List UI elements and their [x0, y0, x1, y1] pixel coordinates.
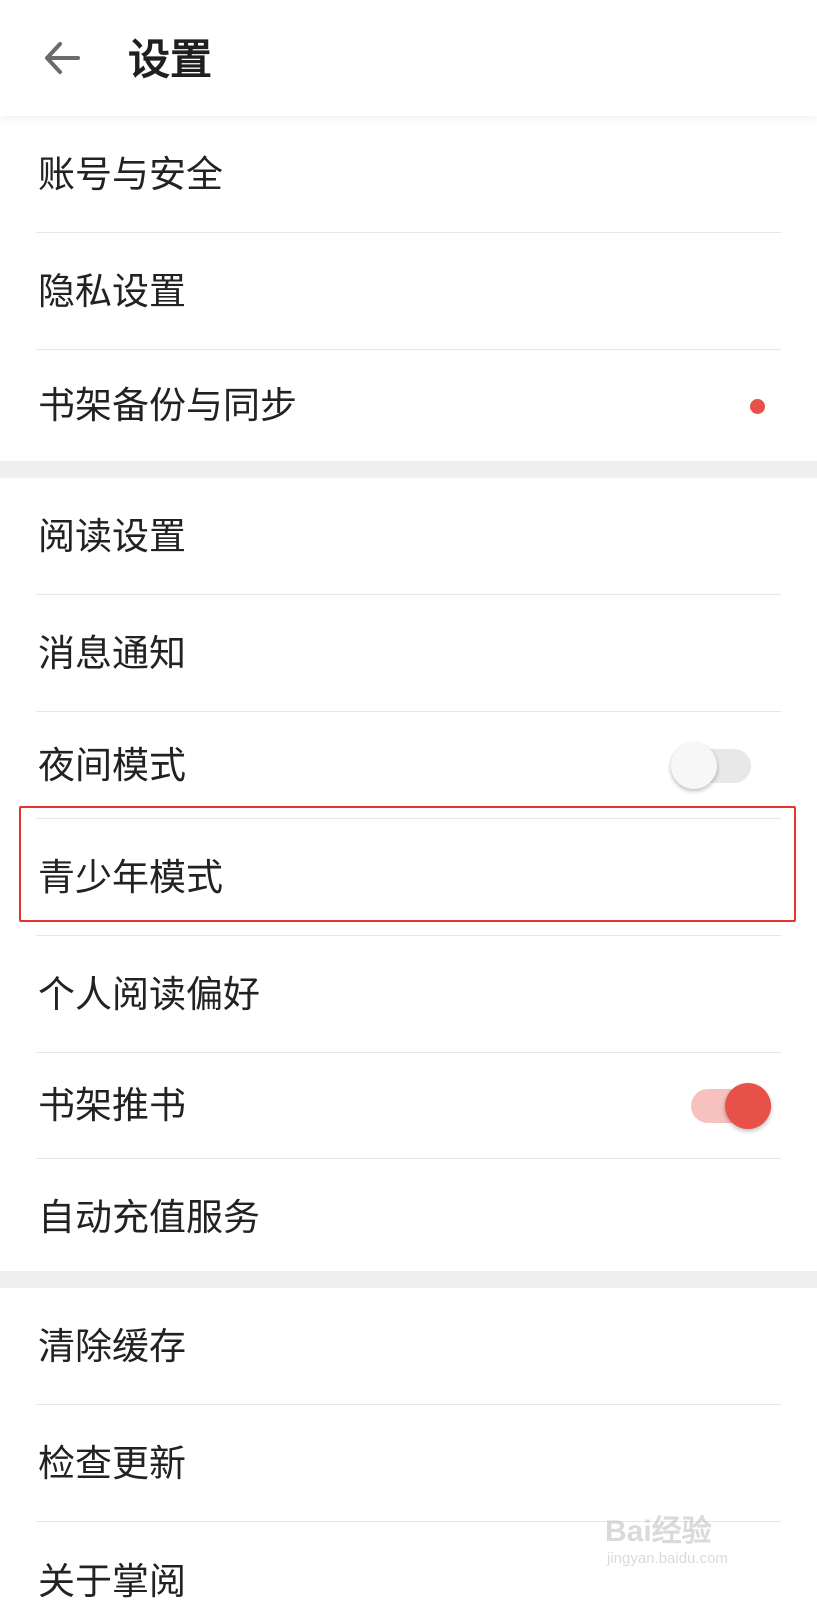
section-divider — [0, 461, 817, 478]
settings-item-bookshelf-recommend[interactable]: 书架推书 — [0, 1053, 817, 1159]
night-mode-toggle[interactable] — [671, 742, 751, 789]
arrow-left-icon — [42, 38, 82, 82]
page-title: 设置 — [128, 35, 213, 84]
settings-item-label: 检查更新 — [38, 1441, 186, 1485]
settings-item-reading-preference[interactable]: 个人阅读偏好 — [0, 936, 817, 1053]
watermark-brand: Bai经验 — [605, 1515, 712, 1548]
settings-item-notifications[interactable]: 消息通知 — [0, 595, 817, 712]
baidu-jingyan-watermark: Bai经验 jingyan.baidu.com — [605, 1506, 765, 1578]
settings-item-label: 消息通知 — [38, 631, 186, 675]
settings-item-check-update[interactable]: 检查更新 — [0, 1405, 817, 1522]
settings-item-bookshelf-backup[interactable]: 书架备份与同步 — [0, 350, 817, 462]
settings-item-account-security[interactable]: 账号与安全 — [0, 116, 817, 233]
highlight-box — [19, 806, 796, 922]
settings-item-label: 自动充值服务 — [38, 1195, 260, 1239]
watermark-site: jingyan.baidu.com — [607, 1550, 728, 1567]
top-app-bar: 设置 — [0, 0, 817, 116]
settings-item-night-mode[interactable]: 夜间模式 — [0, 712, 817, 819]
settings-item-privacy[interactable]: 隐私设置 — [0, 233, 817, 350]
toggle-knob — [671, 742, 717, 789]
toggle-knob — [725, 1083, 771, 1129]
settings-item-label: 个人阅读偏好 — [38, 972, 260, 1016]
settings-group-account: 账号与安全 隐私设置 书架备份与同步 — [0, 116, 817, 462]
red-dot-badge — [750, 399, 765, 414]
section-divider — [0, 1271, 817, 1288]
back-button[interactable] — [38, 36, 86, 84]
settings-item-label: 关于掌阅 — [38, 1560, 186, 1600]
settings-item-reading-settings[interactable]: 阅读设置 — [0, 478, 817, 595]
settings-item-label: 书架备份与同步 — [38, 384, 297, 427]
settings-item-label: 夜间模式 — [38, 743, 186, 787]
settings-item-label: 隐私设置 — [38, 269, 186, 313]
settings-item-auto-recharge[interactable]: 自动充值服务 — [0, 1159, 817, 1276]
settings-item-label: 清除缓存 — [38, 1324, 186, 1368]
bookshelf-recommend-toggle[interactable] — [691, 1083, 771, 1129]
settings-item-label: 书架推书 — [38, 1084, 186, 1127]
settings-item-label: 阅读设置 — [38, 514, 186, 558]
settings-item-clear-cache[interactable]: 清除缓存 — [0, 1288, 817, 1405]
settings-item-label: 账号与安全 — [38, 152, 223, 196]
